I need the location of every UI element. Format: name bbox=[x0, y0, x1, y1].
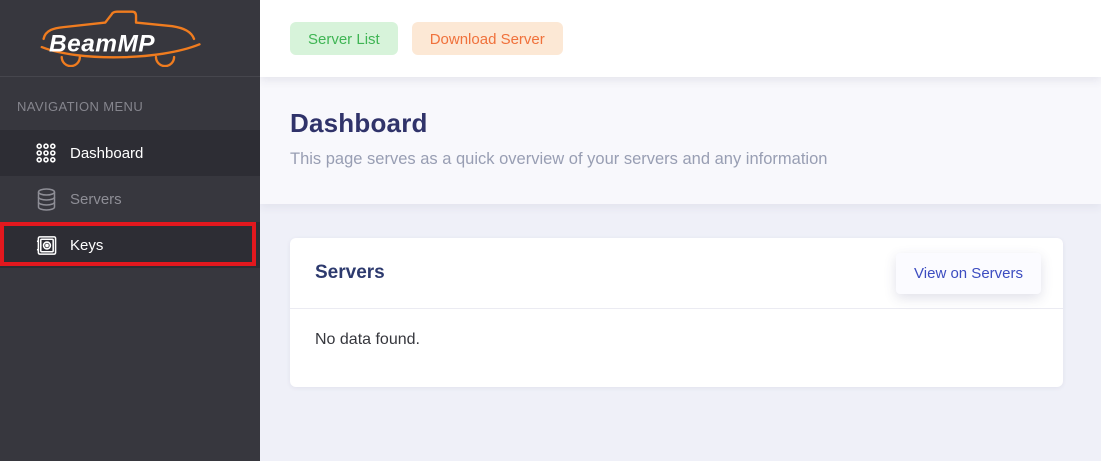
database-icon bbox=[34, 187, 58, 211]
download-server-button[interactable]: Download Server bbox=[412, 22, 563, 55]
no-data-text: No data found. bbox=[315, 331, 1038, 349]
servers-card-header: Servers View on Servers bbox=[290, 238, 1063, 309]
beammp-truck-logo-icon: BeamMP bbox=[12, 9, 222, 67]
nav-section-label: NAVIGATION MENU bbox=[0, 77, 260, 130]
sidebar-item-keys[interactable]: Keys bbox=[0, 222, 260, 268]
navigation-menu: Dashboard Servers bbox=[0, 130, 260, 268]
grid-dots-icon bbox=[34, 141, 58, 165]
servers-card-body: No data found. bbox=[290, 309, 1063, 387]
sidebar-item-servers[interactable]: Servers bbox=[0, 176, 260, 222]
sidebar-item-label: Keys bbox=[70, 237, 103, 254]
servers-card-title: Servers bbox=[315, 262, 385, 284]
server-list-button[interactable]: Server List bbox=[290, 22, 398, 55]
sidebar-item-dashboard[interactable]: Dashboard bbox=[0, 130, 260, 176]
sidebar-item-label: Servers bbox=[70, 191, 122, 208]
sidebar: BeamMP NAVIGATION MENU Dashboard bbox=[0, 0, 260, 461]
safe-icon bbox=[34, 233, 58, 257]
sidebar-item-label: Dashboard bbox=[70, 145, 143, 162]
main-area: Server List Download Server Dashboard Th… bbox=[260, 0, 1101, 461]
logo[interactable]: BeamMP bbox=[0, 0, 260, 77]
servers-card: Servers View on Servers No data found. bbox=[290, 238, 1063, 387]
page-header: Dashboard This page serves as a quick ov… bbox=[260, 77, 1101, 204]
page-title: Dashboard bbox=[290, 108, 1071, 139]
topbar: Server List Download Server bbox=[260, 0, 1101, 77]
logo-text: BeamMP bbox=[49, 31, 155, 58]
page-content: Servers View on Servers No data found. bbox=[260, 204, 1101, 461]
page-subtitle: This page serves as a quick overview of … bbox=[290, 150, 1071, 169]
view-on-servers-button[interactable]: View on Servers bbox=[896, 253, 1041, 294]
